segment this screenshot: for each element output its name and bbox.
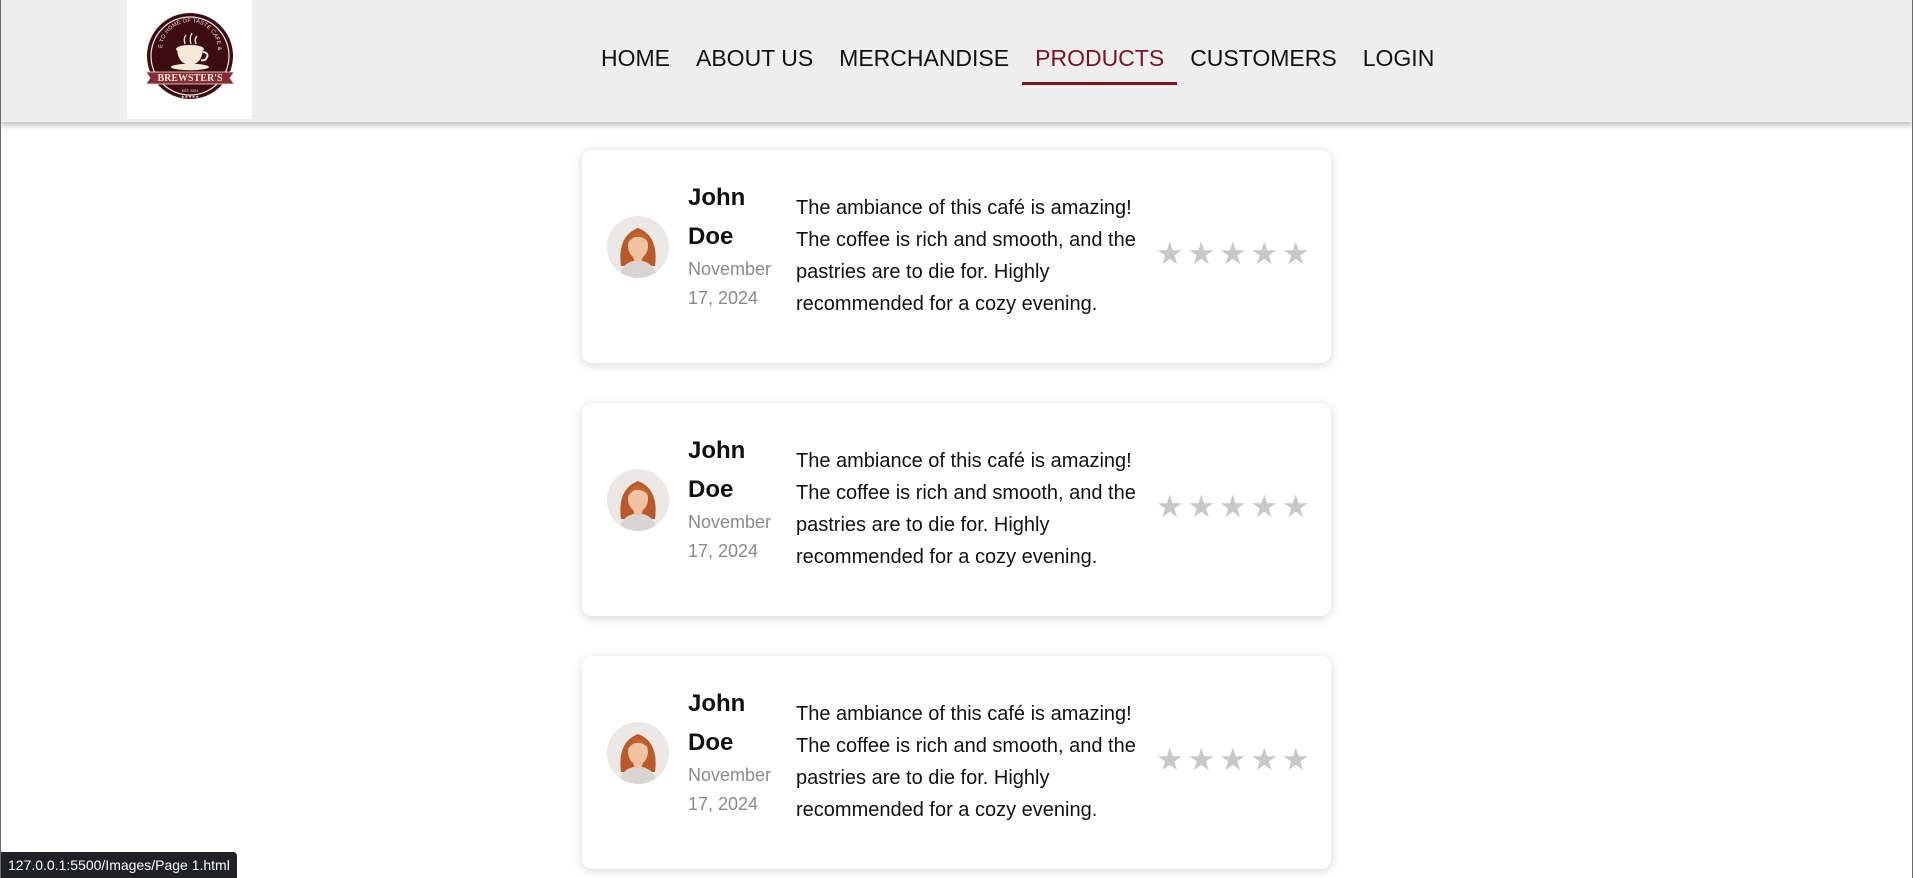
star-icon[interactable]: ★ [1280,238,1312,269]
main-nav: HOME ABOUT US MERCHANDISE PRODUCTS CUSTO… [588,38,1447,85]
star-icon[interactable]: ★ [1217,744,1249,775]
star-icon[interactable]: ★ [1154,238,1186,269]
avatar-portrait-icon [607,216,669,278]
review-date: November 17, 2024 [688,512,772,561]
site-header: WELCOME TO HOME OF TASTE CAFE & BISTRO B… [1,0,1912,122]
star-rating: ★ ★ ★ ★ ★ [1154,491,1312,522]
review-text: The ambiance of this café is amazing! Th… [796,703,1136,821]
star-icon[interactable]: ★ [1280,744,1312,775]
logo-banner-text: BREWSTER'S [157,73,222,84]
star-icon[interactable]: ★ [1154,491,1186,522]
logo-link[interactable]: WELCOME TO HOME OF TASTE CAFE & BISTRO B… [127,0,252,119]
star-icon[interactable]: ★ [1249,744,1281,775]
star-icon[interactable]: ★ [1186,744,1218,775]
nav-merchandise[interactable]: MERCHANDISE [826,38,1022,85]
nav-about-us[interactable]: ABOUT US [683,38,826,85]
reviewer-name: John Doe [688,184,746,250]
review-text: The ambiance of this café is amazing! Th… [796,197,1136,315]
reviewer-avatar [607,722,669,784]
star-icon[interactable]: ★ [1217,491,1249,522]
nav-products[interactable]: PRODUCTS [1022,38,1178,85]
reviewer-name: John Doe [688,690,746,756]
star-icon[interactable]: ★ [1280,491,1312,522]
star-rating: ★ ★ ★ ★ ★ [1154,744,1312,775]
nav-home[interactable]: HOME [588,38,683,85]
logo-stars-icon: ★★★★★ [181,94,199,99]
reviewer-avatar [607,469,669,531]
avatar-portrait-icon [607,469,669,531]
star-icon[interactable]: ★ [1154,744,1186,775]
star-rating: ★ ★ ★ ★ ★ [1154,238,1312,269]
review-date: November 17, 2024 [688,259,772,308]
star-icon[interactable]: ★ [1186,238,1218,269]
reviews-list: John Doe November 17, 2024 The ambiance … [582,150,1331,878]
review-date: November 17, 2024 [688,765,772,814]
nav-login[interactable]: LOGIN [1350,38,1448,85]
browser-viewport: WELCOME TO HOME OF TASTE CAFE & BISTRO B… [0,0,1913,878]
review-card: John Doe November 17, 2024 The ambiance … [582,150,1331,363]
star-icon[interactable]: ★ [1249,491,1281,522]
review-card: John Doe November 17, 2024 The ambiance … [582,403,1331,616]
review-card: John Doe November 17, 2024 The ambiance … [582,656,1331,869]
review-text: The ambiance of this café is amazing! Th… [796,450,1136,568]
star-icon[interactable]: ★ [1217,238,1249,269]
brewsters-logo: WELCOME TO HOME OF TASTE CAFE & BISTRO B… [140,10,235,99]
reviewer-avatar [607,216,669,278]
logo-est-text: EST. 2024 [181,89,198,93]
nav-customers[interactable]: CUSTOMERS [1177,38,1350,85]
status-bar-url: 127.0.0.1:5500/Images/Page 1.html [1,852,237,878]
star-icon[interactable]: ★ [1249,238,1281,269]
avatar-portrait-icon [607,722,669,784]
star-icon[interactable]: ★ [1186,491,1218,522]
reviewer-name: John Doe [688,437,746,503]
